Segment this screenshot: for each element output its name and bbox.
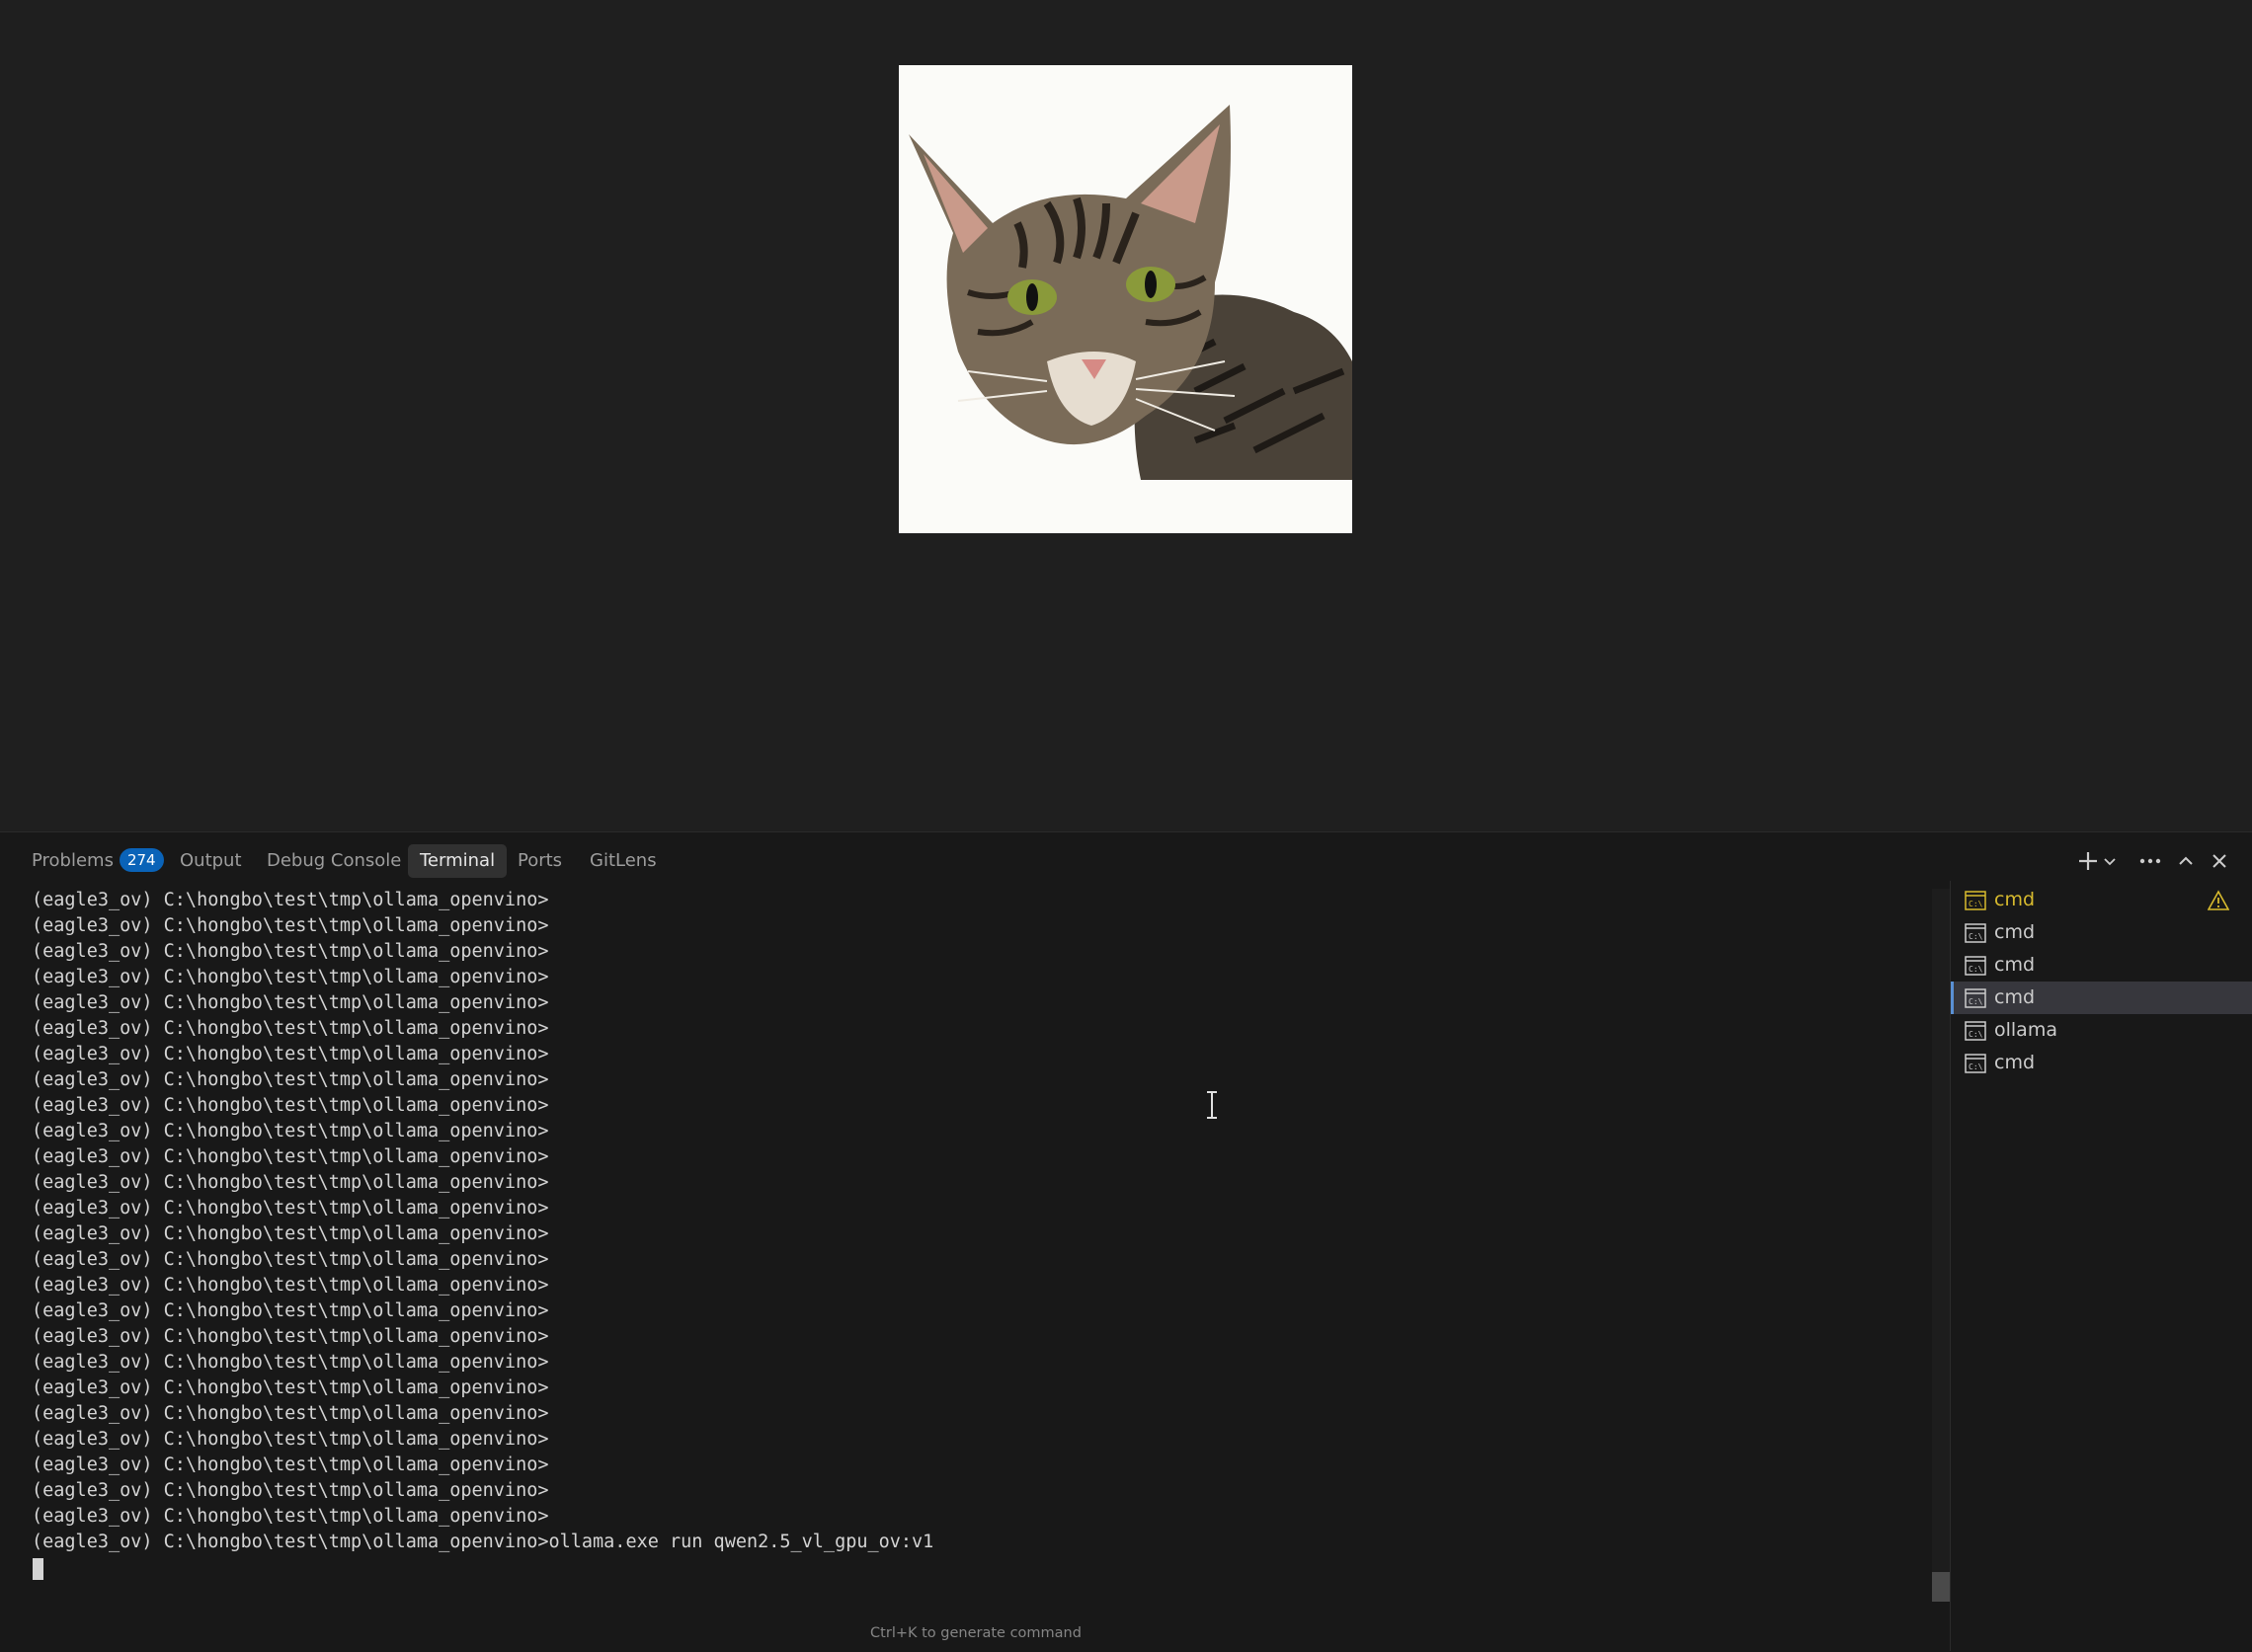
terminal-item-cmd-3[interactable]: C:\ cmd [1951, 949, 2252, 982]
terminal-item-cmd-6[interactable]: C:\ cmd [1951, 1047, 2252, 1079]
terminal-line: (eagle3_ov) C:\hongbo\test\tmp\ollama_op… [32, 1146, 549, 1167]
terminal-line: (eagle3_ov) C:\hongbo\test\tmp\ollama_op… [32, 1095, 549, 1116]
terminal-cmd-icon: C:\ [1965, 988, 1986, 1008]
terminal-line: (eagle3_ov) C:\hongbo\test\tmp\ollama_op… [32, 1326, 549, 1347]
tab-problems-label: Problems [32, 850, 114, 871]
terminal-line: (eagle3_ov) C:\hongbo\test\tmp\ollama_op… [32, 1172, 549, 1193]
terminal-line: (eagle3_ov) C:\hongbo\test\tmp\ollama_op… [32, 1069, 549, 1090]
svg-text:C:\: C:\ [1969, 1030, 1983, 1039]
terminal-input-line[interactable] [32, 1555, 1908, 1581]
launch-profile-dropdown[interactable] [2102, 846, 2118, 876]
terminal-item-cmd-4[interactable]: C:\ cmd [1951, 982, 2252, 1014]
cat-image [899, 65, 1352, 533]
tab-output[interactable]: Output [168, 844, 254, 878]
terminal-line: (eagle3_ov) C:\hongbo\test\tmp\ollama_op… [32, 1480, 549, 1501]
generate-command-hint: Ctrl+K to generate command [870, 1625, 1082, 1641]
close-panel-button[interactable] [2209, 846, 2230, 876]
terminal-line: (eagle3_ov) C:\hongbo\test\tmp\ollama_op… [32, 1429, 549, 1450]
problems-count-badge: 274 [119, 848, 164, 872]
terminal-line: (eagle3_ov) C:\hongbo\test\tmp\ollama_op… [32, 1044, 549, 1064]
tab-terminal-label: Terminal [420, 850, 496, 871]
terminal-item-label: cmd [1994, 1052, 2036, 1073]
tab-ports-label: Ports [518, 850, 563, 871]
terminal-scrollbar-thumb[interactable] [1932, 1572, 1950, 1602]
terminal-line: (eagle3_ov) C:\hongbo\test\tmp\ollama_op… [32, 890, 549, 910]
maximize-panel-button[interactable] [2175, 846, 2197, 876]
svg-text:C:\: C:\ [1969, 900, 1983, 908]
terminal-line: (eagle3_ov) C:\hongbo\test\tmp\ollama_op… [32, 1223, 549, 1244]
terminal-cmd-icon: C:\ [1965, 891, 1986, 910]
tab-gitlens-label: GitLens [590, 850, 657, 871]
cat-image-preview [899, 65, 1352, 533]
tab-output-label: Output [180, 850, 242, 871]
terminal-list: C:\ cmd C:\ cmd C:\ cmd C:\ cmd C:\ olla… [1951, 884, 2252, 1079]
terminal-line: (eagle3_ov) C:\hongbo\test\tmp\ollama_op… [32, 941, 549, 962]
tab-terminal[interactable]: Terminal [408, 844, 508, 878]
terminal-item-cmd-2[interactable]: C:\ cmd [1951, 916, 2252, 949]
editor-area [0, 0, 2252, 831]
terminal-line: (eagle3_ov) C:\hongbo\test\tmp\ollama_op… [32, 1506, 549, 1527]
terminal-item-label: ollama [1994, 1019, 2057, 1041]
chevron-down-icon [2104, 858, 2116, 866]
terminal-line: (eagle3_ov) C:\hongbo\test\tmp\ollama_op… [32, 967, 549, 987]
tab-problems[interactable]: Problems 274 [20, 844, 176, 878]
panel-tab-bar: Problems 274 Output Debug Console Termina… [0, 832, 2252, 882]
terminal-line: (eagle3_ov) C:\hongbo\test\tmp\ollama_op… [32, 1018, 549, 1039]
terminal-item-label: cmd [1994, 889, 2036, 910]
terminal-line: (eagle3_ov) C:\hongbo\test\tmp\ollama_op… [32, 992, 549, 1013]
terminal-command-line: (eagle3_ov) C:\hongbo\test\tmp\ollama_op… [32, 1532, 934, 1552]
terminal-item-label: cmd [1994, 986, 2036, 1008]
terminal-cmd-icon: C:\ [1965, 1021, 1986, 1041]
terminal-line: (eagle3_ov) C:\hongbo\test\tmp\ollama_op… [32, 1455, 549, 1475]
terminal-line: (eagle3_ov) C:\hongbo\test\tmp\ollama_op… [32, 1198, 549, 1219]
tab-debug-console-label: Debug Console [267, 850, 402, 871]
svg-text:C:\: C:\ [1969, 932, 1983, 941]
terminal-cmd-icon: C:\ [1965, 1054, 1986, 1073]
terminal-cmd-icon: C:\ [1965, 923, 1986, 943]
terminal-item-cmd-1[interactable]: C:\ cmd [1951, 884, 2252, 916]
close-icon [2212, 854, 2226, 868]
terminal-cmd-icon: C:\ [1965, 956, 1986, 976]
terminal-item-ollama[interactable]: C:\ ollama [1951, 1014, 2252, 1047]
ibeam-cursor-icon [1207, 1091, 1217, 1119]
warning-icon [2208, 890, 2229, 910]
tab-gitlens[interactable]: GitLens [578, 844, 669, 878]
more-actions-button[interactable] [2137, 846, 2163, 876]
svg-text:C:\: C:\ [1969, 997, 1983, 1006]
terminal-line: (eagle3_ov) C:\hongbo\test\tmp\ollama_op… [32, 1352, 549, 1373]
tab-ports[interactable]: Ports [506, 844, 574, 878]
ellipsis-icon [2139, 858, 2161, 864]
plus-icon [2079, 852, 2097, 870]
terminal-line: (eagle3_ov) C:\hongbo\test\tmp\ollama_op… [32, 1300, 549, 1321]
terminal-line: (eagle3_ov) C:\hongbo\test\tmp\ollama_op… [32, 1121, 549, 1141]
terminal-line: (eagle3_ov) C:\hongbo\test\tmp\ollama_op… [32, 1377, 549, 1398]
terminal-line: (eagle3_ov) C:\hongbo\test\tmp\ollama_op… [32, 915, 549, 936]
terminal-output[interactable]: (eagle3_ov) C:\hongbo\test\tmp\ollama_op… [32, 888, 1908, 1618]
terminal-line: (eagle3_ov) C:\hongbo\test\tmp\ollama_op… [32, 1403, 549, 1424]
terminal-line: (eagle3_ov) C:\hongbo\test\tmp\ollama_op… [32, 1249, 549, 1270]
tab-debug-console[interactable]: Debug Console [255, 844, 413, 878]
svg-text:C:\: C:\ [1969, 965, 1983, 974]
chevron-up-icon [2179, 856, 2193, 865]
bottom-panel: Problems 274 Output Debug Console Termina… [0, 831, 2252, 1652]
terminal-item-label: cmd [1994, 921, 2036, 943]
terminal-cursor [33, 1558, 43, 1580]
terminal-line: (eagle3_ov) C:\hongbo\test\tmp\ollama_op… [32, 1275, 549, 1296]
svg-text:C:\: C:\ [1969, 1062, 1983, 1071]
new-terminal-button[interactable] [2076, 846, 2100, 876]
terminal-item-label: cmd [1994, 954, 2036, 976]
terminal-scrollbar[interactable] [1932, 889, 1950, 1602]
